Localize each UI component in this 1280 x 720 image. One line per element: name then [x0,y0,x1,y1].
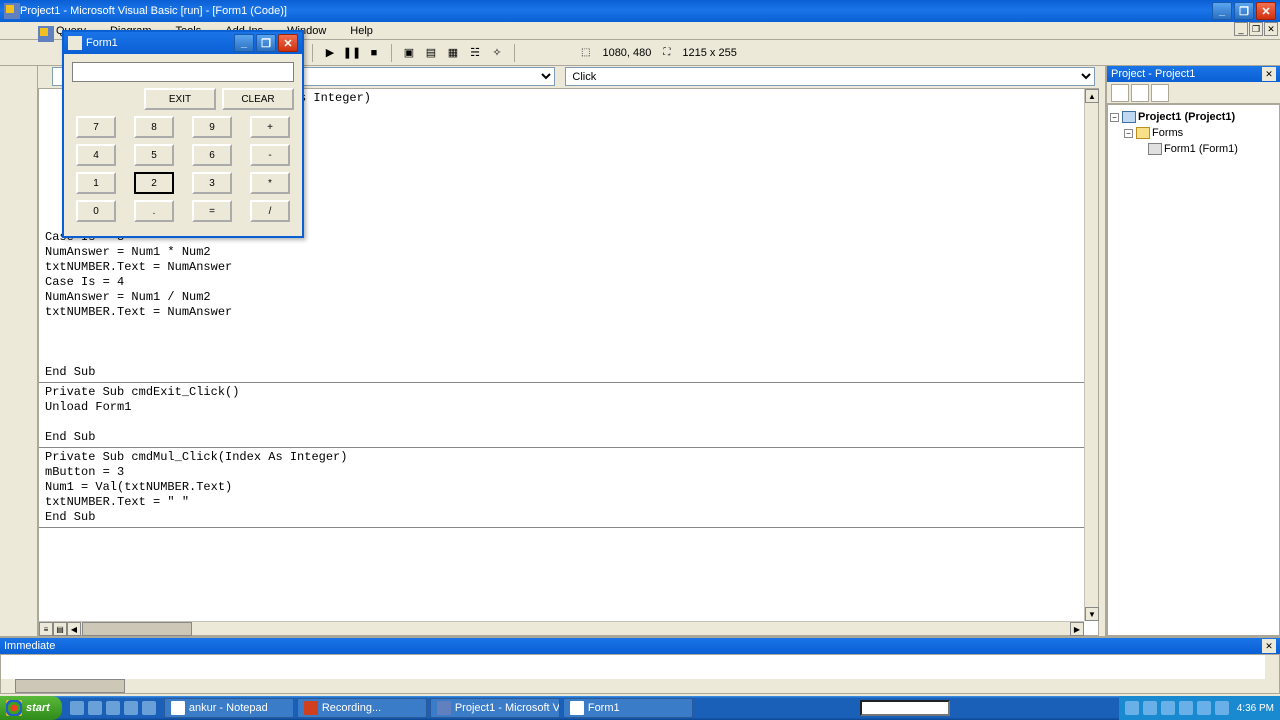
ql-icon-1[interactable] [70,701,84,715]
form-icon [68,36,82,50]
scroll-left-icon[interactable]: ◀ [67,622,81,636]
pause-button[interactable]: ❚❚ [342,43,362,63]
vb-icon [4,3,20,19]
language-bar-input[interactable] [860,700,950,716]
calc-1-button[interactable]: 1 [76,172,116,194]
system-tray: 4:36 PM [1119,696,1280,720]
control-size: 1215 x 255 [682,47,736,59]
scroll-right-icon[interactable]: ▶ [1070,622,1084,636]
view-object-button[interactable] [1131,84,1149,102]
taskbar: start ankur - Notepad Recording... Proje… [0,696,1280,720]
task-form1[interactable]: Form1 [563,698,693,718]
immediate-title: Immediate [4,640,55,652]
calc-6-button[interactable]: 6 [192,144,232,166]
calc-divide-button[interactable]: / [250,200,290,222]
calc-5-button[interactable]: 5 [134,144,174,166]
hscroll-thumb[interactable] [82,622,192,636]
ql-icon-4[interactable] [124,701,138,715]
calc-clear-button[interactable]: CLEAR [222,88,294,110]
immediate-close-button[interactable]: ✕ [1262,639,1276,653]
full-view-button[interactable]: ▤ [53,622,67,636]
project-tree[interactable]: − Project1 (Project1) − Forms Form1 (For… [1107,104,1280,636]
toggle-folders-button[interactable] [1151,84,1169,102]
task-notepad[interactable]: ankur - Notepad [164,698,294,718]
mdi-close-button[interactable]: ✕ [1264,22,1278,36]
mdi-minimize-button[interactable]: _ [1234,22,1248,36]
close-button[interactable]: ✕ [1256,2,1276,20]
calc-8-button[interactable]: 8 [134,116,174,138]
form1-close-button[interactable]: ✕ [278,34,298,52]
immediate-window: Immediate ✕ [0,636,1280,696]
calc-plus-button[interactable]: + [250,116,290,138]
calc-9-button[interactable]: 9 [192,116,232,138]
task-vb[interactable]: Project1 - Microsoft V... [430,698,560,718]
tray-icon-5[interactable] [1197,701,1211,715]
run-button[interactable]: ▶ [320,43,340,63]
toolbox-button[interactable]: ✧ [487,43,507,63]
toolbox-strip [0,66,38,636]
form1-titlebar[interactable]: Form1 _ ❐ ✕ [64,32,302,54]
mdi-restore-button[interactable]: ❐ [1249,22,1263,36]
procedure-dropdown[interactable]: Click [565,67,1095,86]
control-position: 1080, 480 [602,47,651,59]
ql-icon-2[interactable] [88,701,102,715]
calc-3-button[interactable]: 3 [192,172,232,194]
stop-button[interactable]: ■ [364,43,384,63]
code-block-2: Private Sub cmdExit_Click() Unload Form1… [39,383,1084,447]
app-title: Project1 - Microsoft Visual Basic [run] … [20,5,287,17]
project-panel-title: Project - Project1 [1111,68,1195,80]
position-icon: ⬚ [581,47,590,58]
tray-icon-2[interactable] [1143,701,1157,715]
calc-dot-button[interactable]: . [134,200,174,222]
view-code-button[interactable] [1111,84,1129,102]
object-browser-button[interactable]: ☵ [465,43,485,63]
ql-icon-5[interactable] [142,701,156,715]
form1-minimize-button[interactable]: _ [234,34,254,52]
immediate-vscroll[interactable] [1265,655,1279,693]
calc-multiply-button[interactable]: * [250,172,290,194]
clock[interactable]: 4:36 PM [1237,703,1274,714]
tray-icon-1[interactable] [1125,701,1139,715]
project-panel-close-button[interactable]: ✕ [1262,67,1276,81]
quick-launch [70,701,156,715]
size-icon: ⛶ [663,47,670,58]
mdi-icon [38,26,54,42]
calc-equals-button[interactable]: = [192,200,232,222]
calc-2-button[interactable]: 2 [134,172,174,194]
project-explorer-button[interactable]: ▣ [399,43,419,63]
scroll-down-icon[interactable]: ▼ [1085,607,1099,621]
form1-window: Form1 _ ❐ ✕ EXIT CLEAR 7 8 9 + 4 5 6 - 1… [62,30,304,238]
tray-icon-3[interactable] [1161,701,1175,715]
calc-0-button[interactable]: 0 [76,200,116,222]
tree-project[interactable]: − Project1 (Project1) [1110,109,1277,125]
start-button[interactable]: start [0,696,62,720]
code-block-3: Private Sub cmdMul_Click(Index As Intege… [39,448,1084,527]
form1-maximize-button[interactable]: ❐ [256,34,276,52]
app-titlebar: Project1 - Microsoft Visual Basic [run] … [0,0,1280,22]
calc-7-button[interactable]: 7 [76,116,116,138]
project-explorer: Project - Project1 ✕ − Project1 (Project… [1105,66,1280,636]
calc-display-input[interactable] [72,62,294,82]
proc-view-button[interactable]: ≡ [39,622,53,636]
code-vscrollbar[interactable]: ▲ ▼ [1084,89,1098,621]
code-block-1: Case Is = 3 NumAnswer = Num1 * Num2 txtN… [39,228,1084,382]
properties-button[interactable]: ▤ [421,43,441,63]
task-recording[interactable]: Recording... [297,698,427,718]
tree-form1[interactable]: Form1 (Form1) [1110,141,1277,157]
restore-button[interactable]: ❐ [1234,2,1254,20]
immediate-body[interactable] [0,654,1280,694]
scroll-up-icon[interactable]: ▲ [1085,89,1099,103]
tree-folder-forms[interactable]: − Forms [1110,125,1277,141]
calc-exit-button[interactable]: EXIT [144,88,216,110]
menu-help[interactable]: Help [350,25,385,37]
ql-icon-3[interactable] [106,701,120,715]
form1-title-text: Form1 [86,37,118,49]
immediate-hscroll-thumb[interactable] [15,679,125,693]
calc-4-button[interactable]: 4 [76,144,116,166]
form-layout-button[interactable]: ▦ [443,43,463,63]
minimize-button[interactable]: _ [1212,2,1232,20]
calc-minus-button[interactable]: - [250,144,290,166]
tray-icon-6[interactable] [1215,701,1229,715]
tray-icon-4[interactable] [1179,701,1193,715]
